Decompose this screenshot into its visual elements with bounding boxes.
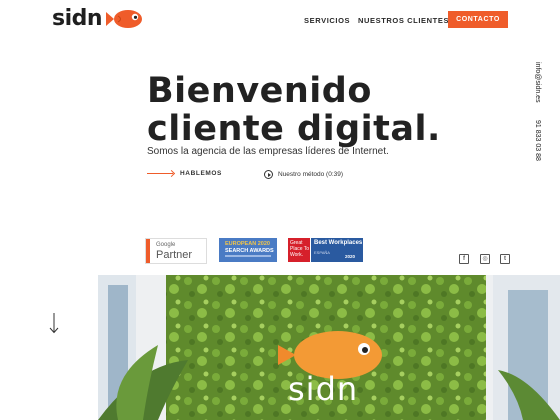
great-place-to-work-badge: Great Place To Work.: [288, 238, 310, 262]
award-divider: [225, 255, 271, 257]
title-line-2: cliente digital.: [147, 109, 441, 149]
facebook-icon[interactable]: f: [459, 254, 469, 264]
phone-link[interactable]: 91 833 03 88: [534, 120, 541, 161]
google-badge-bottom: Partner: [156, 249, 193, 261]
email-link[interactable]: info@sidn.es: [534, 62, 541, 103]
google-badge-top: Google: [156, 242, 176, 248]
search-awards-badge: EUROPEAN 2020 SEARCH AWARDS: [219, 238, 277, 262]
best-workplaces-badge: Best Workplaces ESPAÑA 2020: [311, 238, 363, 262]
hablemos-link[interactable]: HABLEMOS: [147, 170, 222, 177]
method-video-link[interactable]: Nuestro método (0:39): [264, 170, 343, 179]
logo[interactable]: sidn: [52, 8, 144, 30]
google-partner-badge: Google Partner: [145, 238, 207, 264]
fish-logo-icon: [106, 10, 143, 28]
method-label: Nuestro método (0:39): [278, 171, 344, 178]
twitter-icon[interactable]: t: [500, 254, 510, 264]
award-top: EUROPEAN 2020: [225, 241, 270, 247]
best-year: 2020: [345, 254, 356, 259]
photo-sign-text: sidn: [288, 370, 359, 408]
best-country: ESPAÑA: [314, 250, 330, 255]
award-bottom: SEARCH AWARDS: [225, 248, 274, 254]
office-moss-wall-photo: sidn: [98, 275, 560, 420]
best-title: Best Workplaces: [314, 240, 363, 246]
contact-button[interactable]: CONTACTO: [448, 11, 508, 28]
page-title: Bienvenido cliente digital.: [147, 72, 441, 148]
badge-stripe: [146, 239, 150, 263]
logo-text: sidn: [52, 6, 103, 31]
arrow-right-icon: [147, 173, 173, 174]
hablemos-label: HABLEMOS: [180, 170, 222, 177]
nav-item-servicios[interactable]: SERVICIOS: [304, 16, 350, 25]
title-line-1: Bienvenido: [147, 71, 372, 111]
hero-subtitle: Somos la agencia de las empresas líderes…: [147, 146, 389, 157]
play-icon: [264, 170, 273, 179]
instagram-icon[interactable]: ◎: [480, 254, 490, 264]
arrow-down-icon[interactable]: [47, 312, 61, 334]
nav-item-nuestros-clientes[interactable]: NUESTROS CLIENTES: [358, 16, 449, 25]
